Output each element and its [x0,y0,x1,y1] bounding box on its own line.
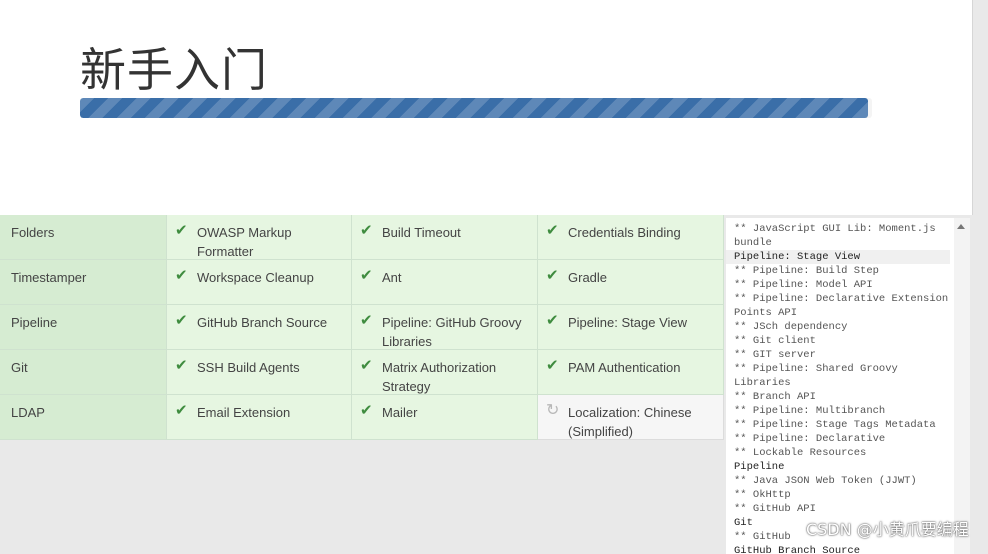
plugin-cell: ✔ Pipeline: GitHub Groovy Libraries [352,305,538,350]
install-log-content: ** JavaScript GUI Lib: Moment.js bundle P… [726,218,954,554]
plugin-name: Git [11,360,28,375]
plugin-cell: Pipeline [0,305,167,350]
install-progress-bar [80,98,872,118]
page-title: 新手入门 [80,43,268,97]
log-line: ** JSch dependency [734,321,848,333]
check-icon: ✔ [175,402,188,419]
plugin-cell: ✔ SSH Build Agents [167,350,352,395]
plugin-name: GitHub Branch Source [197,315,328,330]
getting-started-header: 新手入门 [0,0,973,215]
plugin-name: Workspace Cleanup [197,270,314,285]
check-icon: ✔ [175,357,188,374]
log-line: GitHub Branch Source [734,545,861,554]
watermark: CSDN @小黄爪要编程 [806,520,969,539]
log-line: ** OkHttp [734,489,791,501]
check-icon: ✔ [360,357,373,374]
check-icon: ✔ [360,402,373,419]
log-line: ** Branch API [734,391,816,403]
plugin-cell: ✔ GitHub Branch Source [167,305,352,350]
log-scrollbar[interactable] [954,218,970,554]
log-line: ** Pipeline: Declarative [734,433,886,445]
plugin-cell: ✔ Gradle [538,260,724,305]
plugin-name: Timestamper [11,270,87,285]
plugin-grid: Folders ✔ OWASP Markup Formatter ✔ Build Tim… [0,215,724,440]
plugin-cell: ✔ PAM Authentication [538,350,724,395]
check-icon: ✔ [360,222,373,239]
log-line: ** Java JSON Web Token (JJWT) [734,475,917,487]
check-icon: ✔ [175,222,188,239]
plugin-name: SSH Build Agents [197,360,300,375]
plugin-cell: Timestamper [0,260,167,305]
plugin-name: Pipeline: Stage View [568,315,688,330]
plugin-name: Folders [11,225,55,240]
check-icon: ✔ [360,267,373,284]
check-icon: ✔ [175,267,188,284]
plugin-name: Gradle [568,270,608,285]
log-line: Pipeline [734,461,785,473]
plugin-name: Localization: Chinese (Simplified) [568,405,692,439]
plugin-cell: ✔ Workspace Cleanup [167,260,352,305]
plugin-name: Build Timeout [382,225,461,240]
install-log-panel[interactable]: ** JavaScript GUI Lib: Moment.js bundle P… [726,218,954,554]
check-icon: ✔ [546,222,559,239]
plugin-cell: ✔ Mailer [352,395,538,440]
plugin-name: Email Extension [197,405,291,420]
plugin-name: Pipeline: GitHub Groovy Libraries [382,315,522,349]
log-line: ** GIT server [734,349,816,361]
log-line: ** Pipeline: Multibranch [734,405,886,417]
plugin-name: Mailer [382,405,418,420]
log-line: ** Git client [734,335,816,347]
log-line: Pipeline: Stage View [726,250,950,264]
log-line: ** Pipeline: Stage Tags Metadata [734,419,936,431]
plugin-name: Matrix Authorization Strategy [382,360,497,394]
plugin-cell: Git [0,350,167,395]
plugin-name: Pipeline [11,315,58,330]
log-line: ** Lockable Resources [734,447,867,459]
scroll-up-arrow-icon[interactable] [957,224,965,229]
plugin-cell: Folders [0,215,167,260]
check-icon: ✔ [546,267,559,284]
plugin-cell: LDAP [0,395,167,440]
log-line: ** JavaScript GUI Lib: Moment.js bundle [734,223,942,249]
log-line: ** GitHub API [734,503,816,515]
plugin-name: Ant [382,270,402,285]
check-icon: ✔ [175,312,188,329]
check-icon: ✔ [546,312,559,329]
plugin-cell: ↻ Localization: Chinese (Simplified) [538,395,724,440]
log-line: ** Pipeline: Declarative Extension Point… [734,293,954,319]
plugin-cell: ✔ OWASP Markup Formatter [167,215,352,260]
check-icon: ✔ [546,357,559,374]
refresh-icon: ↻ [546,402,560,419]
plugin-name: PAM Authentication [568,360,681,375]
plugin-cell: ✔ Pipeline: Stage View [538,305,724,350]
log-line: ** Pipeline: Shared Groovy Libraries [734,363,905,389]
plugin-cell: ✔ Build Timeout [352,215,538,260]
plugin-name: Credentials Binding [568,225,681,240]
log-line: ** Pipeline: Build Step [734,265,879,277]
plugin-name: OWASP Markup Formatter [197,225,292,259]
plugin-cell: ✔ Ant [352,260,538,305]
plugin-cell: ✔ Matrix Authorization Strategy [352,350,538,395]
plugin-cell: ✔ Credentials Binding [538,215,724,260]
plugin-cell: ✔ Email Extension [167,395,352,440]
log-line: ** Pipeline: Model API [734,279,873,291]
plugin-name: LDAP [11,405,45,420]
check-icon: ✔ [360,312,373,329]
install-progress-fill [80,98,869,118]
